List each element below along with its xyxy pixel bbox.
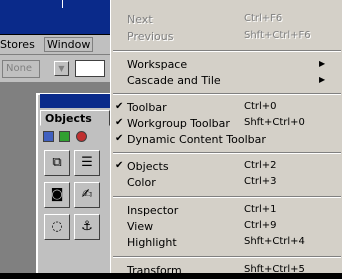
menubar: Stores Window	[0, 35, 110, 55]
menu-item-highlight[interactable]: Highlight Shft+Ctrl+4	[111, 235, 342, 251]
menu-item-next[interactable]: Next Ctrl+F6	[111, 12, 342, 28]
menu-separator	[113, 152, 341, 154]
menu-item-view[interactable]: View Ctrl+9	[111, 219, 342, 235]
menu-item-transform[interactable]: Transform Shft+Ctrl+5	[111, 263, 342, 279]
chevron-right-icon: ▶	[319, 75, 326, 84]
objects-panel-titlebar[interactable]	[40, 94, 110, 108]
menu-item-workgroup-toolbar[interactable]: ✔ Workgroup Toolbar Shft+Ctrl+0	[111, 116, 342, 132]
menu-separator	[113, 256, 341, 258]
menu-separator	[113, 196, 341, 198]
menu-item-objects[interactable]: ✔ Objects Ctrl+2	[111, 159, 342, 175]
text-icon[interactable]: ☰	[74, 150, 100, 176]
menu-item-color[interactable]: Color Ctrl+3	[111, 175, 342, 191]
checkmark-icon: ✔	[115, 117, 124, 128]
menu-item-workspace[interactable]: Workspace ▶	[111, 57, 342, 73]
chevron-right-icon: ▶	[319, 59, 326, 68]
style-combo[interactable]: None	[2, 60, 40, 78]
menu-stores[interactable]: Stores	[0, 38, 35, 51]
checkmark-icon: ✔	[115, 133, 124, 144]
checkmark-icon: ✔	[115, 101, 124, 112]
menu-window[interactable]: Window	[44, 37, 94, 52]
script-icon[interactable]: ✍	[74, 182, 100, 208]
window-menu-dropdown: Next Ctrl+F6 Previous Shft+Ctrl+F6 Works…	[110, 0, 342, 277]
anchor-icon[interactable]: ⚓	[74, 214, 100, 240]
color-field[interactable]	[75, 60, 105, 77]
menu-item-dynamic-content-toolbar[interactable]: ✔ Dynamic Content Toolbar	[111, 132, 342, 148]
menu-item-inspector[interactable]: Inspector Ctrl+1	[111, 203, 342, 219]
menu-separator	[113, 50, 341, 52]
comment-icon[interactable]: ◌	[44, 214, 70, 240]
tab-objects[interactable]: Objects	[40, 110, 110, 126]
chevron-down-icon[interactable]: ▼	[54, 61, 69, 76]
menu-item-cascade-and-tile[interactable]: Cascade and Tile ▶	[111, 73, 342, 89]
menu-item-previous[interactable]: Previous Shft+Ctrl+F6	[111, 29, 342, 45]
layout-icon[interactable]: ⧉	[44, 150, 70, 176]
image-icon[interactable]: ◙	[44, 182, 70, 208]
checkmark-icon: ✔	[115, 160, 124, 171]
green-icon[interactable]	[59, 131, 70, 142]
menu-item-toolbar[interactable]: ✔ Toolbar Ctrl+0	[111, 100, 342, 116]
titlebar-divider	[62, 0, 63, 8]
view-icon[interactable]	[43, 131, 54, 142]
globe-icon[interactable]	[76, 131, 87, 142]
menu-separator	[113, 93, 341, 95]
